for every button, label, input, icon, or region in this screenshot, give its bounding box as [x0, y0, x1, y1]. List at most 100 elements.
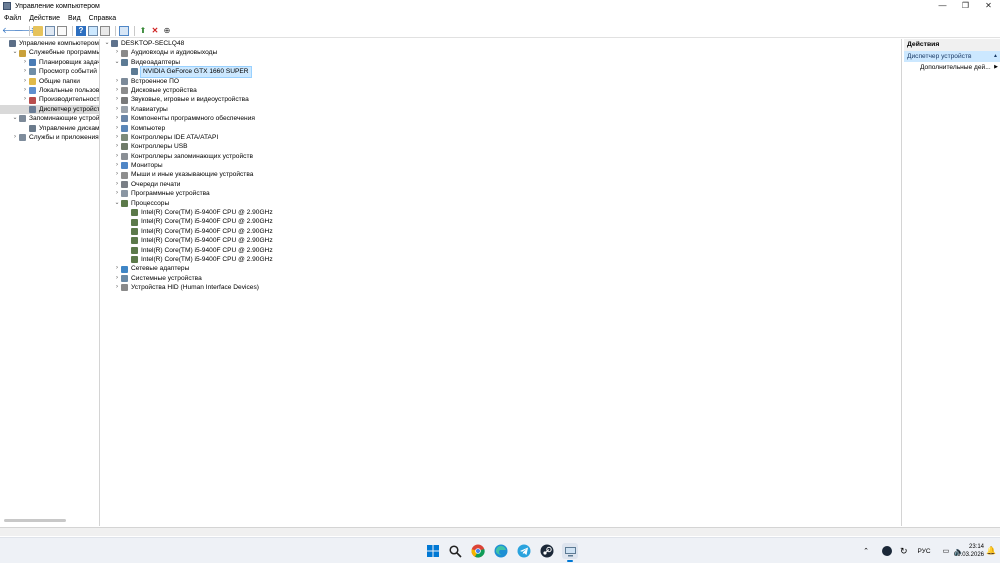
device-tree-node[interactable]: Intel(R) Core(TM) i5-9400F CPU @ 2.90GHz: [102, 217, 901, 226]
menu-file[interactable]: Файл: [4, 15, 21, 22]
console-tree-node[interactable]: ⌄ Служебные программы: [0, 48, 99, 57]
collapse-arrow-icon[interactable]: ›: [113, 86, 121, 95]
maximize-button[interactable]: ❐: [954, 0, 977, 12]
device-tree-node[interactable]: › Дисковые устройства: [102, 86, 901, 95]
device-tree-node[interactable]: Intel(R) Core(TM) i5-9400F CPU @ 2.90GHz: [102, 236, 901, 245]
search-icon[interactable]: [447, 543, 463, 559]
device-tree-node[interactable]: › Программные устройства: [102, 189, 901, 198]
chrome-icon[interactable]: [470, 543, 486, 559]
collapse-arrow-icon[interactable]: ›: [113, 105, 121, 114]
minimize-button[interactable]: —: [931, 0, 954, 12]
computer-management-taskbar-icon[interactable]: [562, 543, 578, 562]
menu-help[interactable]: Справка: [89, 15, 116, 22]
steam-tray-icon[interactable]: [882, 546, 892, 556]
console-tree-node[interactable]: ⌄ Запоминающие устройст: [0, 114, 99, 123]
view-toggle-icon[interactable]: [88, 25, 98, 36]
device-tree-node[interactable]: › Контроллеры USB: [102, 142, 901, 151]
uninstall-icon[interactable]: ✕: [150, 26, 160, 36]
device-tree-node[interactable]: › Очереди печати: [102, 180, 901, 189]
device-tree-node[interactable]: › Устройства HID (Human Interface Devices…: [102, 283, 901, 292]
device-tree-node[interactable]: Intel(R) Core(TM) i5-9400F CPU @ 2.90GHz: [102, 255, 901, 264]
collapse-arrow-icon[interactable]: ›: [11, 133, 19, 142]
device-tree-node[interactable]: ⌄ DESKTOP-SECLQ48: [102, 39, 901, 48]
console-tree-node[interactable]: Управление компьютером (л: [0, 39, 99, 48]
notification-bell-icon[interactable]: 🔔: [986, 546, 996, 555]
collapse-arrow-icon[interactable]: ›: [21, 86, 29, 95]
actions-section-device-manager[interactable]: Диспетчер устройств ▲: [904, 51, 1000, 62]
device-tree-node[interactable]: ⌄ Процессоры: [102, 199, 901, 208]
collapse-arrow-icon[interactable]: ›: [113, 283, 121, 292]
show-hide-tree-icon[interactable]: [45, 25, 55, 36]
more-actions-item[interactable]: Дополнительные дей... ▶: [904, 62, 1000, 73]
expand-arrow-icon[interactable]: ⌄: [113, 199, 121, 208]
device-tree-node[interactable]: Intel(R) Core(TM) i5-9400F CPU @ 2.90GHz: [102, 208, 901, 217]
collapse-arrow-icon[interactable]: ›: [113, 180, 121, 189]
device-tree-node[interactable]: NVIDIA GeForce GTX 1660 SUPER: [102, 66, 901, 78]
collapse-arrow-icon[interactable]: ›: [113, 124, 121, 133]
device-tree-node[interactable]: › Компьютер: [102, 124, 901, 133]
collapse-arrow-icon[interactable]: ›: [113, 189, 121, 198]
device-tree-node[interactable]: › Аудиовходы и аудиовыходы: [102, 48, 901, 57]
collapse-arrow-icon[interactable]: ›: [113, 152, 121, 161]
menu-action[interactable]: Действие: [29, 15, 60, 22]
collapse-arrow-icon[interactable]: ›: [113, 114, 121, 123]
device-tree-node[interactable]: › Контроллеры IDE ATA/ATAPI: [102, 133, 901, 142]
properties-icon[interactable]: [57, 25, 67, 36]
collapse-arrow-icon[interactable]: ›: [113, 77, 121, 86]
collapse-arrow-icon[interactable]: ›: [113, 264, 121, 273]
collapse-arrow-icon[interactable]: ›: [21, 95, 29, 104]
console-tree-node[interactable]: › Службы и приложения: [0, 133, 99, 142]
collapse-arrow-icon[interactable]: ›: [113, 133, 121, 142]
console-tree-node[interactable]: › Локальные пользоват: [0, 86, 99, 95]
scan-hardware-icon[interactable]: ⊕: [162, 26, 172, 36]
device-tree-node[interactable]: › Звуковые, игровые и видеоустройства: [102, 95, 901, 104]
collapse-arrow-icon[interactable]: ›: [21, 67, 29, 76]
console-tree-node[interactable]: › Производительность: [0, 95, 99, 104]
forward-arrow-icon[interactable]: 🡒: [14, 26, 35, 36]
collapse-arrow-icon[interactable]: ›: [113, 48, 121, 57]
collapse-arrow-icon[interactable]: ›: [21, 58, 29, 67]
device-tree-node[interactable]: › Мониторы: [102, 161, 901, 170]
device-tree-node[interactable]: › Сетевые адаптеры: [102, 264, 901, 273]
printer-icon[interactable]: [100, 25, 110, 36]
collapse-arrow-icon[interactable]: ›: [113, 170, 121, 179]
console-tree-node[interactable]: › Просмотр событий: [0, 67, 99, 76]
language-indicator[interactable]: РУС: [918, 548, 931, 555]
console-tree-node[interactable]: › Планировщик задач: [0, 58, 99, 67]
chevron-up-icon[interactable]: ⌃: [860, 547, 872, 555]
expand-arrow-icon[interactable]: ⌄: [11, 114, 19, 123]
device-tree-node[interactable]: › Встроенное ПО: [102, 77, 901, 86]
console-tree-node[interactable]: Управление дисками: [0, 124, 99, 133]
console-tree-node[interactable]: Диспетчер устройств: [0, 104, 99, 115]
collapse-arrow-icon[interactable]: ›: [21, 77, 29, 86]
device-tree-node[interactable]: › Клавиатуры: [102, 105, 901, 114]
device-tree-node[interactable]: › Компоненты программного обеспечения: [102, 114, 901, 123]
close-button[interactable]: ✕: [977, 0, 1000, 12]
monitor-icon[interactable]: [119, 25, 129, 36]
horizontal-scrollbar[interactable]: [4, 519, 66, 522]
device-tree-node[interactable]: › Мыши и иные указывающие устройства: [102, 170, 901, 179]
device-tree-node[interactable]: Intel(R) Core(TM) i5-9400F CPU @ 2.90GHz: [102, 246, 901, 255]
collapse-arrow-icon[interactable]: ›: [113, 95, 121, 104]
expand-arrow-icon[interactable]: ⌄: [11, 48, 19, 57]
collapse-arrow-icon[interactable]: ›: [113, 161, 121, 170]
expand-arrow-icon[interactable]: ⌄: [113, 58, 121, 67]
back-arrow-icon[interactable]: 🡐: [2, 26, 23, 36]
network-icon[interactable]: ▭: [943, 547, 950, 555]
console-tree-node[interactable]: › Общие папки: [0, 77, 99, 86]
device-tree-node[interactable]: › Контроллеры запоминающих устройств: [102, 152, 901, 161]
device-tree-node[interactable]: Intel(R) Core(TM) i5-9400F CPU @ 2.90GHz: [102, 227, 901, 236]
collapse-arrow-icon[interactable]: ›: [113, 142, 121, 151]
clock[interactable]: 23:14 09.03.2026: [954, 543, 984, 559]
folder-up-icon[interactable]: [33, 25, 43, 36]
device-tree-node[interactable]: › Системные устройства: [102, 274, 901, 283]
update-tray-icon[interactable]: ↻: [900, 546, 908, 557]
help-icon[interactable]: ?: [76, 25, 86, 36]
telegram-icon[interactable]: [516, 543, 532, 559]
menu-view[interactable]: Вид: [68, 15, 81, 22]
steam-icon[interactable]: [539, 543, 555, 559]
expand-arrow-icon[interactable]: ⌄: [103, 39, 111, 48]
edge-icon[interactable]: [493, 543, 509, 559]
update-driver-icon[interactable]: ⬆: [138, 26, 148, 36]
windows-start-icon[interactable]: [425, 543, 441, 559]
